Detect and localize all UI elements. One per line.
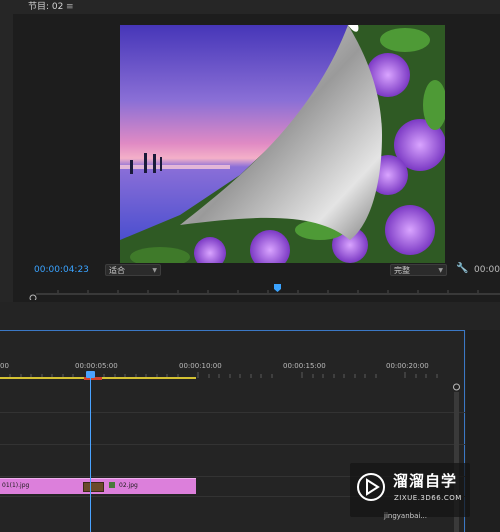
track-divider xyxy=(0,412,465,413)
monitor-title-bar xyxy=(0,0,500,14)
watermark-name: 溜溜自学 xyxy=(393,472,458,490)
clip-02-jpg[interactable]: 02.jpg xyxy=(104,478,196,494)
scrub-ticks xyxy=(57,290,479,293)
ruler-label: 00:00:15:00 xyxy=(283,362,326,370)
ruler-label: 00:00:20:00 xyxy=(386,362,429,370)
playback-resolution-value: 完整 xyxy=(394,266,410,275)
left-panel-strip xyxy=(0,14,13,302)
ruler-label: 00 xyxy=(0,362,9,370)
timeline-playhead-handle[interactable] xyxy=(86,371,95,378)
playhead-timecode[interactable]: 00:00:04:23 xyxy=(34,265,89,275)
ruler-label: 00:00:10:00 xyxy=(179,362,222,370)
clip-01-jpg[interactable]: 01(1).jpg xyxy=(0,478,104,494)
image-icon xyxy=(109,482,115,488)
play-logo-icon xyxy=(357,473,385,501)
monitor-title[interactable]: 节目: 02 xyxy=(28,0,63,14)
ruler-label: 00:00:05:00 xyxy=(75,362,118,370)
hamburger-menu-icon[interactable]: ≡ xyxy=(66,0,74,14)
watermark-url: ZIXUE.3D66.COM xyxy=(394,494,462,502)
track-divider xyxy=(0,444,465,445)
monitor-scrub-bar[interactable] xyxy=(28,284,500,300)
video-preview xyxy=(120,25,445,263)
wrench-icon[interactable]: 🔧 xyxy=(456,263,468,274)
monitor-playhead[interactable] xyxy=(274,284,281,292)
timeline-playhead-line[interactable] xyxy=(90,378,91,532)
audio-meter-panel xyxy=(466,330,500,532)
zoom-level-select[interactable]: 适合 ▼ xyxy=(105,264,161,276)
chevron-down-icon: ▼ xyxy=(152,267,157,274)
scrub-start-handle[interactable] xyxy=(29,294,37,300)
duration-timecode: 00:00 xyxy=(474,265,500,275)
watermark-caption: jingyanbai... xyxy=(384,512,427,520)
clip-label: 01(1).jpg xyxy=(2,482,30,489)
transition-icon[interactable] xyxy=(83,482,104,492)
chevron-down-icon: ▼ xyxy=(438,267,443,274)
playback-resolution-select[interactable]: 完整 ▼ xyxy=(390,264,447,276)
zoom-level-value: 适合 xyxy=(109,266,125,275)
clip-label: 02.jpg xyxy=(119,482,138,489)
